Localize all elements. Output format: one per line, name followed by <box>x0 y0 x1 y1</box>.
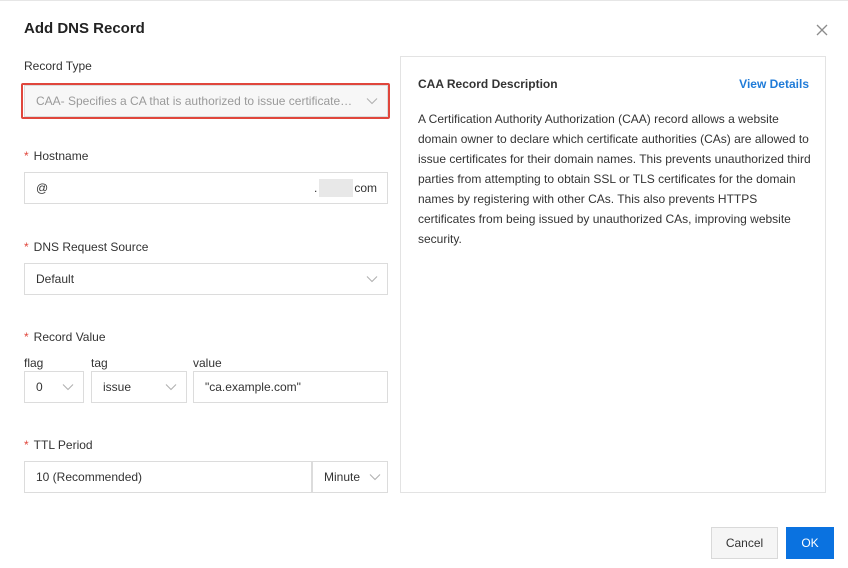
cancel-button[interactable]: Cancel <box>711 527 778 559</box>
record-type-label: Record Type <box>24 59 92 73</box>
chevron-down-icon <box>369 474 381 481</box>
required-mark: * <box>24 240 29 254</box>
flag-value: 0 <box>36 380 43 394</box>
hostname-input[interactable]: @ . com <box>24 172 388 204</box>
description-title: CAA Record Description <box>418 77 558 91</box>
domain-suffix: . com <box>313 179 377 197</box>
ttl-unit-select[interactable]: Minute <box>312 461 388 493</box>
ttl-period-label: * TTL Period <box>24 438 93 452</box>
description-body: A Certification Authority Authorization … <box>418 112 811 246</box>
tag-label: tag <box>91 356 108 370</box>
dns-request-source-select[interactable]: Default <box>24 263 388 295</box>
chevron-down-icon <box>366 276 378 283</box>
flag-select[interactable]: 0 <box>24 371 84 403</box>
record-type-value: CAA- Specifies a CA that is authorized t… <box>36 94 356 108</box>
chevron-down-icon <box>165 384 177 391</box>
record-value-label: * Record Value <box>24 330 106 344</box>
dns-request-source-value: Default <box>36 272 75 286</box>
required-mark: * <box>24 330 29 344</box>
close-icon[interactable] <box>813 21 831 39</box>
hostname-label: * Hostname <box>24 149 89 163</box>
chevron-down-icon <box>366 98 378 105</box>
record-type-select[interactable]: CAA- Specifies a CA that is authorized t… <box>24 85 388 117</box>
view-details-link[interactable]: View Details <box>739 77 809 91</box>
chevron-down-icon <box>62 384 74 391</box>
hostname-value: @ <box>36 181 49 195</box>
ttl-input[interactable]: 10 (Recommended) <box>24 461 312 493</box>
record-description-panel: CAA Record Description View Details A Ce… <box>400 56 826 493</box>
add-dns-record-dialog: Add DNS Record Record Type CAA- Specifie… <box>0 0 848 568</box>
redacted-domain <box>319 179 354 197</box>
value-label: value <box>193 356 222 370</box>
required-mark: * <box>24 438 29 452</box>
value-input[interactable]: "ca.example.com" <box>193 371 388 403</box>
dns-request-source-label: * DNS Request Source <box>24 240 149 254</box>
required-mark: * <box>24 149 29 163</box>
ok-button[interactable]: OK <box>786 527 834 559</box>
tag-select[interactable]: issue <box>91 371 187 403</box>
value-text: "ca.example.com" <box>205 380 301 394</box>
dialog-title: Add DNS Record <box>24 20 145 37</box>
tag-value: issue <box>103 380 132 394</box>
flag-label: flag <box>24 356 44 370</box>
ttl-value: 10 (Recommended) <box>36 470 143 484</box>
ttl-unit-value: Minute <box>324 470 361 484</box>
